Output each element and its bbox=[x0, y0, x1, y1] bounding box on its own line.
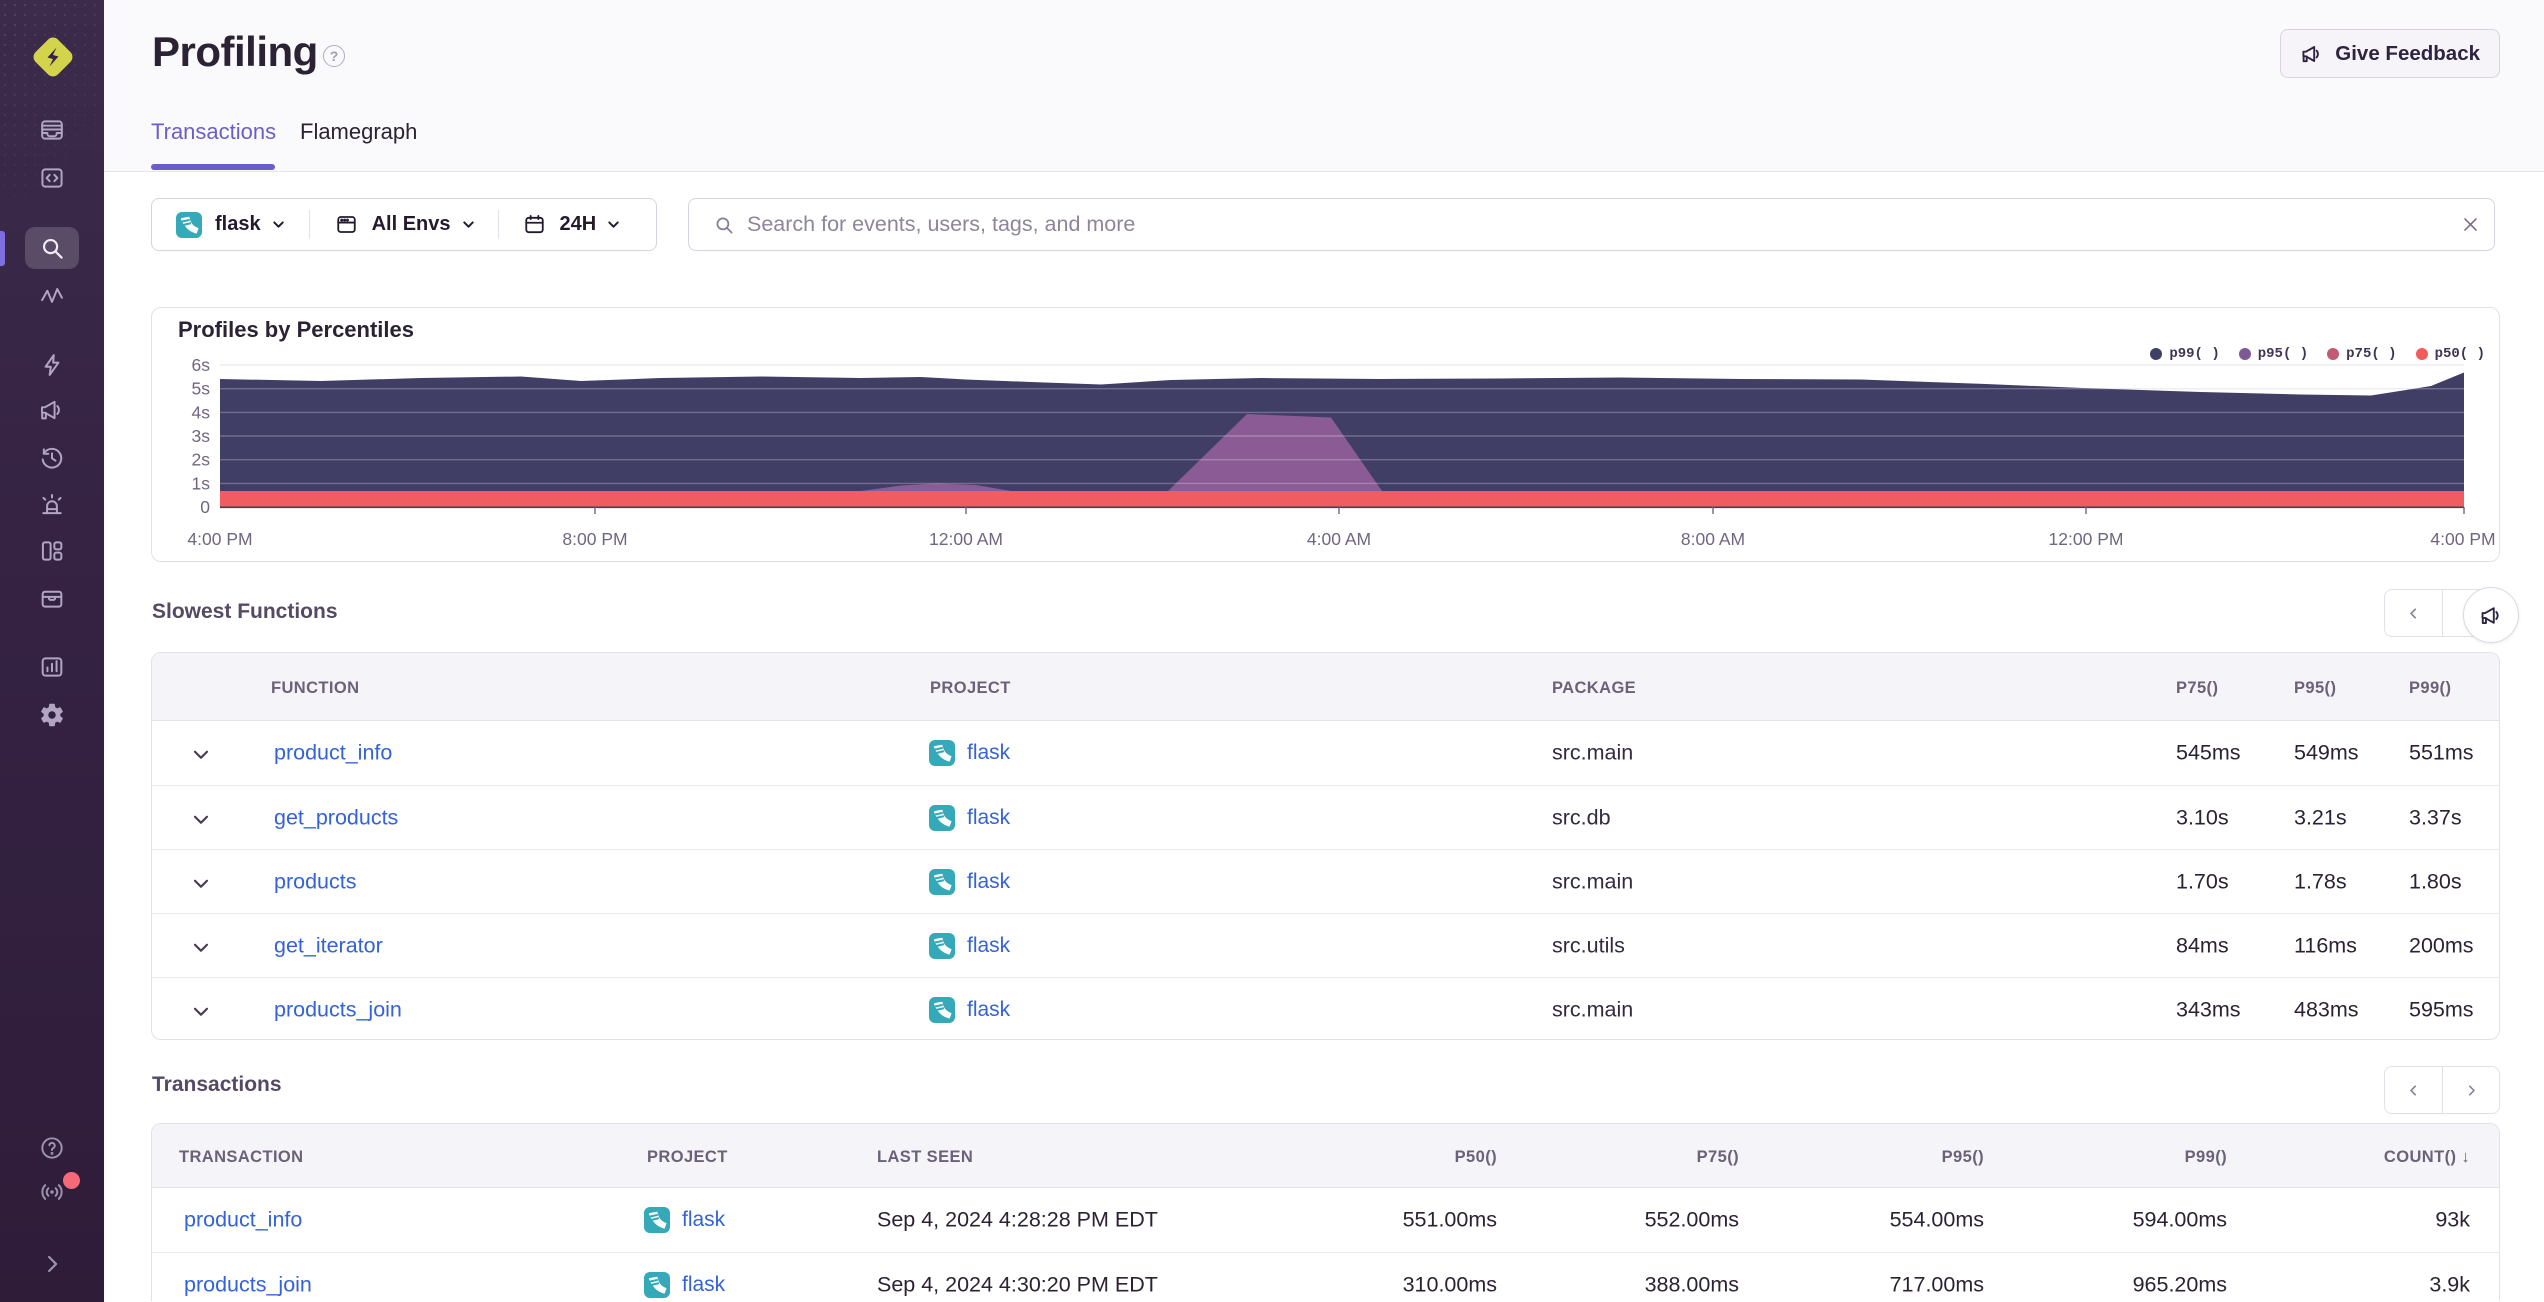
svg-text:5s: 5s bbox=[192, 379, 211, 399]
svg-text:8:00 PM: 8:00 PM bbox=[562, 529, 627, 549]
svg-text:4s: 4s bbox=[192, 402, 211, 422]
svg-text:6s: 6s bbox=[192, 355, 211, 375]
svg-text:8:00 AM: 8:00 AM bbox=[1681, 529, 1745, 549]
svg-text:1s: 1s bbox=[192, 473, 211, 493]
svg-text:0: 0 bbox=[200, 497, 210, 517]
svg-text:4:00 PM: 4:00 PM bbox=[2430, 529, 2495, 549]
svg-text:3s: 3s bbox=[192, 426, 211, 446]
svg-text:12:00 AM: 12:00 AM bbox=[929, 529, 1003, 549]
svg-text:2s: 2s bbox=[192, 450, 211, 470]
svg-text:12:00 PM: 12:00 PM bbox=[2049, 529, 2124, 549]
svg-text:4:00 PM: 4:00 PM bbox=[187, 529, 252, 549]
svg-text:4:00 AM: 4:00 AM bbox=[1307, 529, 1371, 549]
